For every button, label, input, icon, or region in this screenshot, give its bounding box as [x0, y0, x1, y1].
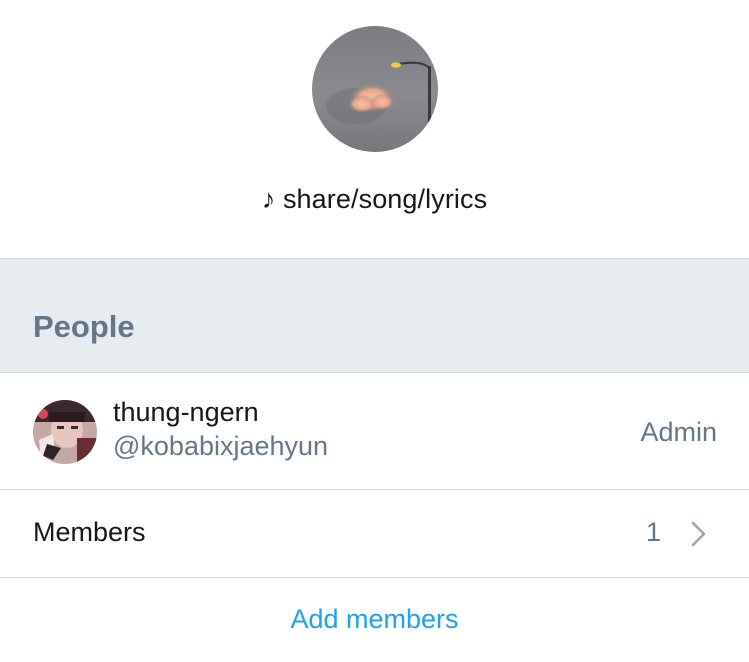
group-name[interactable]: ♪ share/song/lyrics: [0, 184, 749, 215]
members-count: 1: [645, 517, 661, 547]
avatar-image: [33, 400, 97, 464]
section-title: People: [33, 309, 135, 344]
member-name: thung-ngern: [113, 397, 259, 427]
avatar[interactable]: [33, 400, 97, 464]
add-members-button[interactable]: Add members: [0, 604, 749, 635]
chevron-right-icon: [687, 519, 711, 549]
group-avatar[interactable]: [312, 26, 438, 152]
group-header: ♪ share/song/lyrics: [0, 0, 749, 258]
people-section-header: People: [0, 258, 749, 373]
member-row[interactable]: thung-ngern @kobabixjaehyun Admin: [0, 373, 749, 490]
members-row[interactable]: Members 1: [0, 490, 749, 578]
members-label: Members: [33, 517, 146, 547]
group-avatar-image: [312, 26, 438, 152]
member-role-badge: Admin: [640, 417, 717, 447]
member-handle: @kobabixjaehyun: [113, 431, 329, 461]
